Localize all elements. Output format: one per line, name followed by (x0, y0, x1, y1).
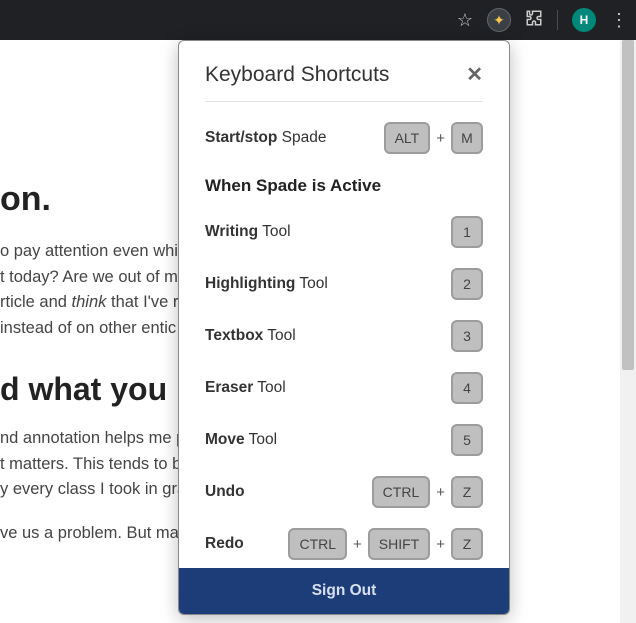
browser-menu-icon[interactable]: ⋮ (610, 10, 628, 31)
key-ctrl: CTRL (372, 476, 431, 508)
plus-icon: + (436, 484, 445, 501)
label-rest: Tool (295, 275, 327, 292)
label-bold: Writing (205, 223, 258, 240)
shortcut-label: Writing Tool (205, 223, 291, 241)
label-bold: Move (205, 431, 245, 448)
key-4: 4 (451, 372, 483, 404)
text-fragment: instead of on other entic (0, 319, 176, 337)
shortcut-row-highlighting: Highlighting Tool 2 (205, 268, 483, 300)
key-ctrl: CTRL (288, 528, 347, 560)
key-5: 5 (451, 424, 483, 456)
extensions-puzzle-icon[interactable] (525, 9, 543, 32)
shortcut-label: Redo (205, 535, 244, 553)
page-scrollbar[interactable] (620, 40, 636, 623)
label-rest: Tool (263, 327, 295, 344)
shortcut-row-undo: Undo CTRL + Z (205, 476, 483, 508)
shortcut-row-start: Start/stop Spade ALT + M (205, 122, 483, 154)
label-bold: Undo (205, 483, 245, 500)
text-fragment: y every class I took in grad (0, 480, 195, 498)
profile-avatar[interactable]: H (572, 8, 596, 32)
key-alt: ALT (384, 122, 431, 154)
shortcut-label: Move Tool (205, 431, 277, 449)
shortcut-keys: ALT + M (384, 122, 483, 154)
text-fragment: nd annotation helps me pr (0, 429, 191, 447)
shortcut-row-eraser: Eraser Tool 4 (205, 372, 483, 404)
panel-title: Keyboard Shortcuts (205, 63, 389, 87)
key-z: Z (451, 476, 483, 508)
plus-icon: + (353, 536, 362, 553)
shortcut-row-textbox: Textbox Tool 3 (205, 320, 483, 352)
shortcut-row-move: Move Tool 5 (205, 424, 483, 456)
plus-icon: + (436, 536, 445, 553)
key-2: 2 (451, 268, 483, 300)
plus-icon: + (436, 130, 445, 147)
label-bold: Textbox (205, 327, 263, 344)
sign-out-button[interactable]: Sign Out (179, 568, 509, 614)
shortcut-label: Textbox Tool (205, 327, 296, 345)
text-fragment: ve us a problem. But man (0, 524, 188, 542)
label-rest: Tool (245, 431, 277, 448)
shortcuts-panel: Keyboard Shortcuts ✕ Start/stop Spade AL… (178, 40, 510, 615)
toolbar-separator (557, 10, 558, 30)
bookmark-star-icon[interactable]: ☆ (457, 10, 473, 31)
text-fragment: o pay attention even while (0, 242, 191, 260)
section-active-title: When Spade is Active (205, 176, 483, 196)
shortcut-label: Eraser Tool (205, 379, 286, 397)
panel-header: Keyboard Shortcuts ✕ (205, 63, 483, 102)
key-1: 1 (451, 216, 483, 248)
browser-toolbar: ☆ ✦ H ⋮ (0, 0, 636, 40)
label-bold: Redo (205, 535, 244, 552)
label-bold: Highlighting (205, 275, 295, 292)
text-fragment: t matters. This tends to be (0, 455, 190, 473)
text-fragment: t today? Are we out of mi (0, 268, 182, 286)
scrollbar-thumb[interactable] (622, 40, 634, 370)
text-fragment: that I've re (106, 293, 187, 311)
text-fragment: rticle and (0, 293, 72, 311)
label-rest: Spade (277, 129, 326, 146)
shortcut-label: Undo (205, 483, 245, 501)
close-icon[interactable]: ✕ (466, 65, 483, 85)
shortcut-row-redo: Redo CTRL + SHIFT + Z (205, 528, 483, 560)
shortcut-row-writing: Writing Tool 1 (205, 216, 483, 248)
key-m: M (451, 122, 483, 154)
label-rest: Tool (258, 223, 290, 240)
label-bold: Start/stop (205, 129, 277, 146)
extension-spade-icon[interactable]: ✦ (487, 8, 511, 32)
key-3: 3 (451, 320, 483, 352)
shortcut-label: Start/stop Spade (205, 129, 326, 147)
shortcut-label: Highlighting Tool (205, 275, 328, 293)
key-shift: SHIFT (368, 528, 430, 560)
label-rest: Tool (253, 379, 285, 396)
text-emphasis: think (72, 293, 107, 311)
key-z: Z (451, 528, 483, 560)
label-bold: Eraser (205, 379, 253, 396)
